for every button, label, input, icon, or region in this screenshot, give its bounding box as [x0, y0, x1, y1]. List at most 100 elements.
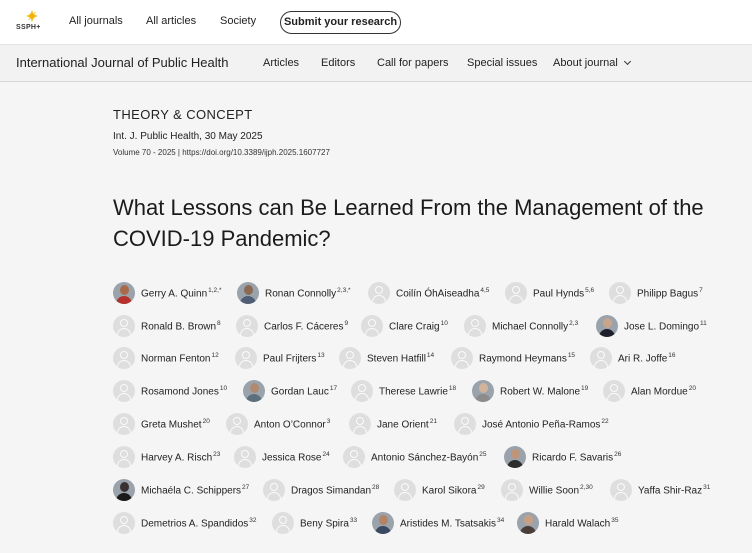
- author-item[interactable]: Paul Frijters13: [235, 347, 325, 369]
- user-placeholder-icon: [351, 380, 373, 402]
- placeholder-head: [368, 319, 376, 327]
- author-photo-body: [246, 394, 262, 402]
- placeholder-shoulders: [347, 459, 361, 468]
- author-item[interactable]: Aristides M. Tsatsakis34: [372, 512, 504, 534]
- placeholder-shoulders: [594, 360, 608, 369]
- author-photo-head: [244, 285, 253, 295]
- author-item[interactable]: Clare Craig10: [361, 315, 448, 337]
- placeholder-head: [458, 351, 466, 359]
- author-name: Ronan Connolly2,3,*: [265, 286, 351, 300]
- user-placeholder-icon: [236, 315, 258, 337]
- author-photo-head: [120, 285, 129, 295]
- author-item[interactable]: Antonio Sánchez-Bayón25: [343, 446, 487, 468]
- author-item[interactable]: Carlos F. Cáceres9: [236, 315, 348, 337]
- journal-nav-editors[interactable]: Editors: [321, 57, 355, 69]
- author-item[interactable]: Greta Mushet20: [113, 413, 210, 435]
- author-photo-head: [524, 515, 533, 525]
- journal-nav-articles[interactable]: Articles: [263, 57, 299, 69]
- placeholder-head: [471, 319, 479, 327]
- author-photo-head: [379, 515, 388, 525]
- author-item[interactable]: Jessica Rose24: [234, 446, 330, 468]
- author-item[interactable]: Jose L. Domingo11: [596, 315, 707, 337]
- author-name: Ronald B. Brown8: [141, 319, 221, 333]
- author-item[interactable]: Dragos Simandan28: [263, 479, 379, 501]
- author-photo-body: [240, 296, 256, 304]
- author-name: Philipp Bagus7: [637, 286, 703, 300]
- placeholder-shoulders: [238, 459, 252, 468]
- author-photo: [237, 282, 259, 304]
- author-item[interactable]: Norman Fenton12: [113, 347, 219, 369]
- placeholder-head: [120, 417, 128, 425]
- author-item[interactable]: Alan Mordue20: [603, 380, 696, 402]
- article-volume-doi[interactable]: Volume 70 - 2025 | https://doi.org/10.33…: [113, 148, 330, 157]
- author-item[interactable]: José Antonio Peña-Ramos22: [454, 413, 609, 435]
- submit-research-button[interactable]: Submit your research: [280, 11, 401, 34]
- nav-society[interactable]: Society: [220, 15, 256, 27]
- nav-all-articles[interactable]: All articles: [146, 15, 196, 27]
- author-photo: [113, 282, 135, 304]
- user-placeholder-icon: [113, 315, 135, 337]
- placeholder-shoulders: [230, 426, 244, 435]
- author-item[interactable]: Beny Spira33: [272, 512, 357, 534]
- author-item[interactable]: Ari R. Joffe16: [590, 347, 676, 369]
- author-item[interactable]: Jane Orient21: [349, 413, 437, 435]
- placeholder-shoulders: [239, 360, 253, 369]
- journal-nav-about[interactable]: About journal: [553, 57, 631, 69]
- author-name: Paul Hynds5,6: [533, 286, 595, 300]
- author-name: Raymond Heymans15: [479, 351, 576, 365]
- author-name: Alan Mordue20: [631, 384, 696, 398]
- placeholder-shoulders: [398, 492, 412, 501]
- author-item[interactable]: Raymond Heymans15: [451, 347, 575, 369]
- placeholder-shoulders: [117, 426, 131, 435]
- author-item[interactable]: Michael Connolly2,3: [464, 315, 578, 337]
- placeholder-head: [350, 450, 358, 458]
- placeholder-head: [617, 483, 625, 491]
- author-item[interactable]: Steven Hatfill14: [339, 347, 434, 369]
- top-bar: SSPH+ All journals All articles Society …: [0, 0, 752, 44]
- logo-text: SSPH+: [16, 24, 41, 31]
- nav-all-journals[interactable]: All journals: [69, 15, 123, 27]
- author-item[interactable]: Anton O’Connor3: [226, 413, 330, 435]
- author-name: Willie Soon2,30: [529, 483, 593, 497]
- placeholder-shoulders: [607, 393, 621, 402]
- author-item[interactable]: Paul Hynds5,6: [505, 282, 594, 304]
- author-item[interactable]: Harald Walach35: [517, 512, 618, 534]
- journal-nav-special-issues[interactable]: Special issues: [467, 57, 537, 69]
- author-item[interactable]: Demetrios A. Spandidos32: [113, 512, 257, 534]
- author-item[interactable]: Michaéla C. Schippers27: [113, 479, 249, 501]
- author-item[interactable]: Ronald B. Brown8: [113, 315, 221, 337]
- author-photo: [243, 380, 265, 402]
- placeholder-shoulders: [372, 295, 386, 304]
- author-name: Ricardo F. Savaris26: [532, 450, 622, 464]
- author-item[interactable]: Robert W. Malone19: [472, 380, 588, 402]
- author-item[interactable]: Gerry A. Quinn1,2,*: [113, 282, 222, 304]
- author-item[interactable]: Therese Lawrie18: [351, 380, 456, 402]
- user-placeholder-icon: [234, 446, 256, 468]
- placeholder-head: [270, 483, 278, 491]
- author-item[interactable]: Ronan Connolly2,3,*: [237, 282, 351, 304]
- author-item[interactable]: Harvey A. Risch23: [113, 446, 220, 468]
- journal-nav-call-for-papers[interactable]: Call for papers: [377, 57, 449, 69]
- author-photo: [504, 446, 526, 468]
- author-name: Demetrios A. Spandidos32: [141, 516, 257, 530]
- author-item[interactable]: Yaffa Shir-Raz31: [610, 479, 710, 501]
- author-item[interactable]: Philipp Bagus7: [609, 282, 703, 304]
- author-name: Gordan Lauc17: [271, 384, 338, 398]
- user-placeholder-icon: [609, 282, 631, 304]
- placeholder-head: [120, 450, 128, 458]
- author-item[interactable]: Karol Sikora29: [394, 479, 485, 501]
- author-item[interactable]: Coilín ÓhAiseadha4,5: [368, 282, 489, 304]
- placeholder-head: [512, 286, 520, 294]
- placeholder-head: [356, 417, 364, 425]
- user-placeholder-icon: [501, 479, 523, 501]
- author-item[interactable]: Rosamond Jones10: [113, 380, 227, 402]
- author-photo-body: [375, 526, 391, 534]
- author-item[interactable]: Willie Soon2,30: [501, 479, 593, 501]
- author-item[interactable]: Ricardo F. Savaris26: [504, 446, 621, 468]
- author-name: Beny Spira33: [300, 516, 358, 530]
- author-photo-head: [120, 482, 129, 492]
- journal-title[interactable]: International Journal of Public Health: [16, 55, 228, 70]
- ssph-logo[interactable]: SSPH+: [14, 9, 44, 35]
- user-placeholder-icon: [610, 479, 632, 501]
- author-item[interactable]: Gordan Lauc17: [243, 380, 337, 402]
